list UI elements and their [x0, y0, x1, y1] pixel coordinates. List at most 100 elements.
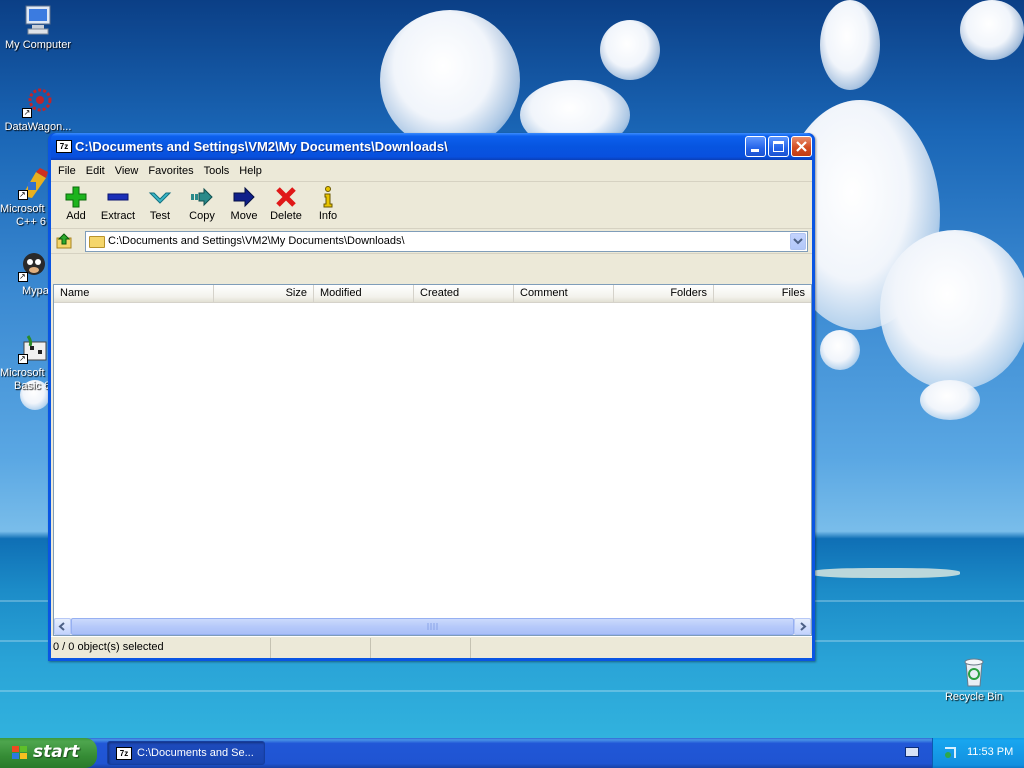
- add-label: Add: [66, 210, 86, 222]
- chevron-down-icon: [793, 238, 803, 245]
- cloud: [920, 380, 980, 420]
- window-client-area: File Edit View Favorites Tools Help Add …: [51, 160, 812, 658]
- move-label: Move: [230, 210, 258, 222]
- maximize-button[interactable]: [768, 136, 789, 157]
- desktop-icon-label: My Computer: [4, 39, 72, 51]
- column-size[interactable]: Size: [214, 285, 314, 303]
- sand-bar: [810, 568, 960, 578]
- maximize-icon: [773, 141, 784, 152]
- shortcut-arrow-icon: ↗: [18, 272, 28, 282]
- visual-cpp-icon: ↗: [18, 168, 50, 200]
- close-icon: [796, 141, 807, 152]
- sea-ripple: [0, 690, 1024, 692]
- address-combobox[interactable]: C:\Documents and Settings\VM2\My Documen…: [85, 231, 808, 252]
- windows-flag-icon: [12, 746, 27, 759]
- desktop-icon-recycle-bin[interactable]: Recycle Bin: [936, 656, 1012, 704]
- menu-view[interactable]: View: [110, 160, 144, 182]
- desktop-icon-label: Microsoft: [0, 203, 45, 215]
- delete-label: Delete: [270, 210, 302, 222]
- column-name[interactable]: Name: [54, 285, 214, 303]
- cloud: [880, 230, 1024, 390]
- status-cell: [471, 638, 812, 658]
- info-icon: [316, 185, 340, 209]
- address-input[interactable]: C:\Documents and Settings\VM2\My Documen…: [108, 235, 405, 247]
- up-folder-button[interactable]: [55, 232, 75, 250]
- mypa-icon: ↗: [18, 250, 50, 282]
- desktop-icon-label: C++ 6: [16, 216, 46, 228]
- copy-button[interactable]: Copy: [181, 182, 223, 228]
- column-comment[interactable]: Comment: [514, 285, 614, 303]
- desktop-icon-label: Mypa: [22, 285, 49, 297]
- column-modified[interactable]: Modified: [314, 285, 414, 303]
- status-selection: 0 / 0 object(s) selected: [51, 638, 271, 658]
- close-button[interactable]: [791, 136, 812, 157]
- shortcut-arrow-icon: ↗: [18, 190, 28, 200]
- title-bar[interactable]: 7z C:\Documents and Settings\VM2\My Docu…: [51, 133, 812, 160]
- menu-bar: File Edit View Favorites Tools Help: [51, 160, 812, 182]
- extract-label: Extract: [100, 210, 136, 222]
- minimize-icon: [751, 149, 759, 152]
- cloud: [820, 330, 860, 370]
- info-button[interactable]: Info: [307, 182, 349, 228]
- menu-file[interactable]: File: [53, 160, 81, 182]
- taskbar: start 7z C:\Documents and Se... 11:53 PM: [0, 738, 1024, 768]
- minimize-button[interactable]: [745, 136, 766, 157]
- column-folders[interactable]: Folders: [614, 285, 714, 303]
- move-icon: [232, 185, 256, 209]
- status-cell: [271, 638, 371, 658]
- scroll-left-button[interactable]: [54, 618, 71, 635]
- shortcut-arrow-icon: ↗: [18, 354, 28, 364]
- window-title: C:\Documents and Settings\VM2\My Documen…: [75, 139, 448, 154]
- start-button[interactable]: start: [0, 738, 97, 768]
- menu-help[interactable]: Help: [234, 160, 267, 182]
- address-bar: C:\Documents and Settings\VM2\My Documen…: [51, 229, 812, 254]
- add-button[interactable]: Add: [55, 182, 97, 228]
- copy-label: Copy: [189, 210, 215, 222]
- file-manager-window: 7z C:\Documents and Settings\VM2\My Docu…: [48, 133, 815, 661]
- column-files[interactable]: Files: [714, 285, 811, 303]
- delete-icon: [274, 185, 298, 209]
- menu-favorites[interactable]: Favorites: [143, 160, 198, 182]
- extract-button[interactable]: Extract: [97, 182, 139, 228]
- column-header: Name Size Modified Created Comment Folde…: [54, 285, 811, 303]
- taskbar-window-button[interactable]: 7z C:\Documents and Se...: [107, 741, 265, 765]
- status-bar: 0 / 0 object(s) selected: [51, 636, 812, 658]
- add-icon: [64, 185, 88, 209]
- cloud: [820, 0, 880, 90]
- recycle-bin-icon: [958, 656, 990, 688]
- clock: 11:53 PM: [967, 746, 1014, 758]
- desktop-icon-my-computer[interactable]: My Computer: [0, 4, 76, 52]
- keyboard-icon[interactable]: [905, 747, 919, 757]
- horizontal-scrollbar[interactable]: [54, 618, 811, 635]
- file-list[interactable]: Name Size Modified Created Comment Folde…: [53, 284, 812, 636]
- info-label: Info: [318, 210, 338, 222]
- address-dropdown-button[interactable]: [790, 233, 806, 250]
- desktop-icon-visual-cpp[interactable]: ↗ Microsoft C++ 6: [0, 168, 52, 229]
- chevron-right-icon: [800, 622, 807, 631]
- cloud: [600, 20, 660, 80]
- menu-edit[interactable]: Edit: [81, 160, 110, 182]
- column-created[interactable]: Created: [414, 285, 514, 303]
- desktop-icon-datawagon[interactable]: ↗ DataWagon...: [0, 86, 76, 134]
- scroll-thumb[interactable]: [71, 618, 794, 635]
- move-button[interactable]: Move: [223, 182, 265, 228]
- menu-tools[interactable]: Tools: [199, 160, 235, 182]
- desktop-icon-label: Recycle Bin: [944, 691, 1004, 703]
- test-label: Test: [149, 210, 171, 222]
- grip-icon: [427, 623, 438, 630]
- desktop-icon-mypa[interactable]: ↗ Mypa: [0, 250, 52, 298]
- chevron-left-icon: [58, 622, 65, 631]
- system-tray: 11:53 PM: [932, 738, 1024, 768]
- toolbar: Add Extract Test Copy Move Delete Info: [51, 182, 812, 229]
- network-icon[interactable]: [943, 746, 957, 760]
- scroll-right-button[interactable]: [794, 618, 811, 635]
- cloud: [960, 0, 1024, 60]
- desktop-icon-visual-basic[interactable]: ↗ Microsoft Basic 6: [0, 332, 52, 393]
- app-7z-icon: 7z: [116, 747, 132, 760]
- app-7z-icon[interactable]: 7z: [56, 140, 72, 153]
- delete-button[interactable]: Delete: [265, 182, 307, 228]
- datawagon-icon: ↗: [22, 86, 54, 118]
- desktop-icon-label: Microsoft: [0, 367, 45, 379]
- shortcut-arrow-icon: ↗: [22, 108, 32, 118]
- test-button[interactable]: Test: [139, 182, 181, 228]
